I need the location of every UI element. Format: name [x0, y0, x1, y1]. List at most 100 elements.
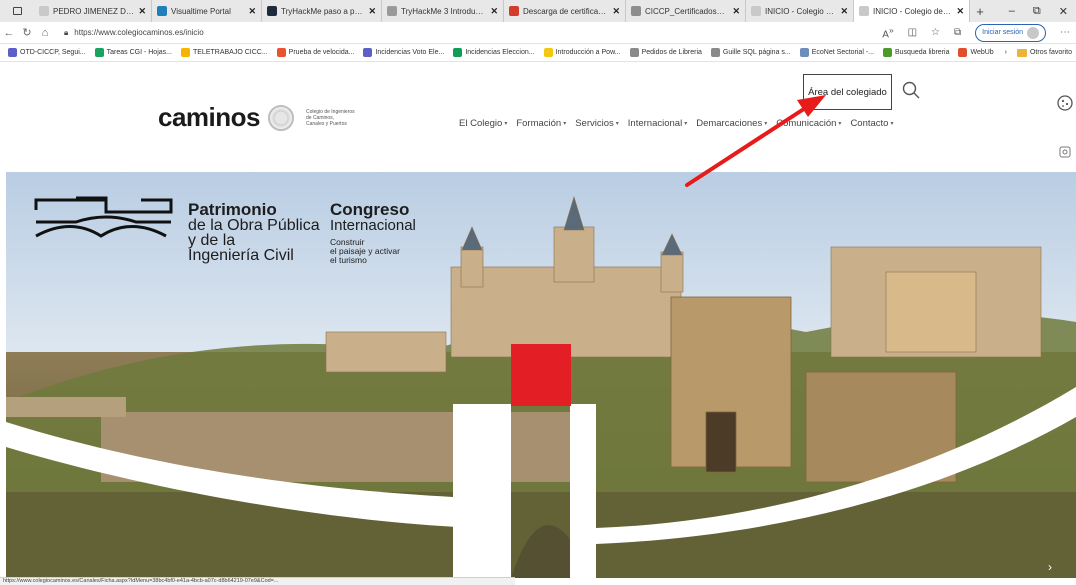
bookmark-icon	[883, 48, 892, 57]
bookmark[interactable]: Incidencias Eleccion...	[453, 48, 535, 57]
more-icon[interactable]: ⋯	[1060, 27, 1070, 38]
chevron-right-icon[interactable]: ›	[1005, 49, 1007, 56]
refresh-icon[interactable]: ↻	[18, 26, 36, 39]
close-tab-icon[interactable]: ✕	[138, 6, 146, 17]
chevron-down-icon: ▾	[890, 121, 894, 127]
tab-title: Visualtime Portal	[171, 6, 231, 16]
tab-favicon	[751, 6, 761, 16]
favorite-star-icon[interactable]: ☆	[931, 27, 940, 38]
menu-item-servicios[interactable]: Servicios ▾	[575, 118, 619, 129]
patrimonio-line: y de la	[188, 232, 236, 249]
bookmark[interactable]: Prueba de velocida...	[276, 48, 354, 57]
bookmark-label: Pedidos de Libreria	[641, 49, 702, 56]
menu-item-internacional[interactable]: Internacional ▾	[628, 118, 687, 129]
browser-tab[interactable]: Visualtime Portal ✕	[152, 0, 262, 22]
tab-title: Descarga de certificados p	[523, 6, 609, 16]
bookmark[interactable]: EcoNet Sectorial -...	[799, 48, 874, 57]
congreso-tagline: Construir el paisaje y activar el turism…	[330, 238, 416, 265]
browser-tab[interactable]: TryHackMe 3 Introductory ✕	[382, 0, 504, 22]
home-icon[interactable]: ⌂	[36, 27, 54, 39]
tab-favicon	[509, 6, 519, 16]
bookmark-label: Incidencias Voto Ele...	[375, 49, 445, 56]
bookmark[interactable]: Pedidos de Libreria	[629, 48, 702, 57]
browser-tab-bar: PEDRO JIMENEZ DIAZ - Lo ✕ Visualtime Por…	[0, 0, 1076, 22]
menu-item-comunicacion[interactable]: Comunicación ▾	[776, 118, 841, 129]
bookmark[interactable]: Incidencias Voto Ele...	[363, 48, 444, 57]
url-text: https://www.colegiocaminos.es/inicio	[74, 28, 204, 37]
browser-tab[interactable]: Descarga de certificados p ✕	[504, 0, 626, 22]
translate-icon[interactable]: ◫	[908, 27, 917, 38]
tab-title: INICIO - Colegio de Ingeni	[765, 6, 836, 16]
red-accent-square	[511, 344, 571, 406]
menu-item-formacion[interactable]: Formación ▾	[516, 118, 566, 129]
minimize-icon[interactable]: –	[1009, 5, 1015, 18]
close-tab-icon[interactable]: ✕	[840, 6, 848, 17]
tab-favicon	[157, 6, 167, 16]
browser-tab[interactable]: INICIO - Colegio de Ingeni ✕	[746, 0, 854, 22]
lock-icon: 🔒︎	[64, 27, 69, 37]
bookmark[interactable]: OTD-CICCP, Segui...	[8, 48, 86, 57]
bookmark-icon	[94, 48, 104, 57]
bookmark-label: WebUb	[970, 49, 994, 56]
bookmark[interactable]: Guille SQL página s...	[710, 48, 791, 57]
menu-item-contacto[interactable]: Contacto ▾	[850, 118, 893, 129]
tab-actions-icon[interactable]	[12, 7, 22, 15]
status-bar-url: https://www.colegiocaminos.es/Canales/Fi…	[0, 577, 515, 585]
bookmark-icon	[710, 48, 720, 57]
area-colegiado-button[interactable]: Área del colegiado	[803, 74, 892, 110]
tab-favicon	[631, 6, 641, 16]
hero-banner[interactable]: Patrimonio de la Obra Pública y de la In…	[6, 172, 1076, 578]
chevron-down-icon: ▾	[563, 121, 567, 127]
congreso-title: Congreso	[330, 200, 410, 219]
chevron-right-icon[interactable]: ›	[1048, 560, 1052, 574]
browser-tab[interactable]: CICCP_Certificados_Cuota ✕	[626, 0, 746, 22]
tab-actions[interactable]	[0, 0, 34, 22]
close-tab-icon[interactable]: ✕	[612, 6, 620, 17]
address-actions: A» ◫ ☆ ⧉ Iniciar sesión ⋯	[882, 23, 1076, 42]
close-tab-icon[interactable]: ✕	[248, 6, 256, 17]
close-tab-icon[interactable]: ✕	[732, 6, 740, 17]
bookmark[interactable]: TELETRABAJO CICC...	[180, 48, 268, 57]
bookmark-label: Busqueda libreria	[895, 49, 950, 56]
tab-favicon	[387, 6, 397, 16]
chevron-down-icon: ▾	[684, 121, 688, 127]
restore-icon[interactable]: ⧉	[1033, 5, 1041, 18]
back-icon[interactable]: ←	[0, 27, 18, 39]
bookmark[interactable]: WebUb	[958, 48, 994, 57]
url-field[interactable]: 🔒︎ https://www.colegiocaminos.es/inicio	[64, 28, 204, 38]
bookmark[interactable]: Introducción a Pow...	[543, 48, 621, 57]
search-icon[interactable]	[902, 81, 920, 99]
patrimonio-heading: Patrimonio de la Obra Pública y de la In…	[188, 201, 320, 264]
browser-tab-active[interactable]: INICIO - Colegio de Ingeni ✕	[854, 0, 970, 22]
congreso-tagline-line: el turismo	[330, 255, 367, 265]
browser-tab[interactable]: TryHackMe paso a paso... ✕	[262, 0, 382, 22]
close-tab-icon[interactable]: ✕	[490, 6, 498, 17]
bookmark-icon	[8, 48, 17, 57]
signin-button[interactable]: Iniciar sesión	[975, 23, 1046, 42]
logo-subtitle: Colegio de Ingenieros de Caminos, Canale…	[306, 109, 376, 127]
menu-item-label: Formación	[516, 118, 562, 129]
bookmark[interactable]: Tareas CGI - Hojas...	[94, 48, 172, 57]
accessibility-icon[interactable]	[1059, 146, 1071, 158]
seal-icon	[268, 104, 294, 131]
menu-item-demarcaciones[interactable]: Demarcaciones ▾	[696, 118, 767, 129]
menu-item-label: El Colegio	[459, 118, 503, 129]
menu-item-el-colegio[interactable]: El Colegio ▾	[459, 118, 507, 129]
close-tab-icon[interactable]: ✕	[368, 6, 376, 17]
bookmark-icon	[543, 48, 553, 57]
collections-icon[interactable]: ⧉	[954, 27, 961, 38]
close-window-icon[interactable]: ✕	[1059, 5, 1068, 18]
tab-favicon	[39, 6, 49, 16]
site-logo[interactable]: caminos Colegio de Ingenieros de Caminos…	[158, 102, 376, 133]
window-controls: – ⧉ ✕	[1009, 5, 1076, 18]
bookmark-label: Guille SQL página s...	[722, 49, 791, 56]
close-tab-icon[interactable]: ✕	[956, 6, 964, 17]
bookmark-icon	[363, 48, 373, 57]
cookie-icon[interactable]	[1056, 94, 1074, 112]
other-favorites[interactable]: Otros favorito	[1016, 48, 1072, 57]
new-tab-button[interactable]: +	[970, 4, 990, 19]
browser-tab[interactable]: PEDRO JIMENEZ DIAZ - Lo ✕	[34, 0, 152, 22]
logo-word: caminos	[158, 102, 261, 132]
read-aloud-icon[interactable]: A»	[882, 25, 893, 40]
bookmark[interactable]: Busqueda libreria	[883, 48, 949, 57]
